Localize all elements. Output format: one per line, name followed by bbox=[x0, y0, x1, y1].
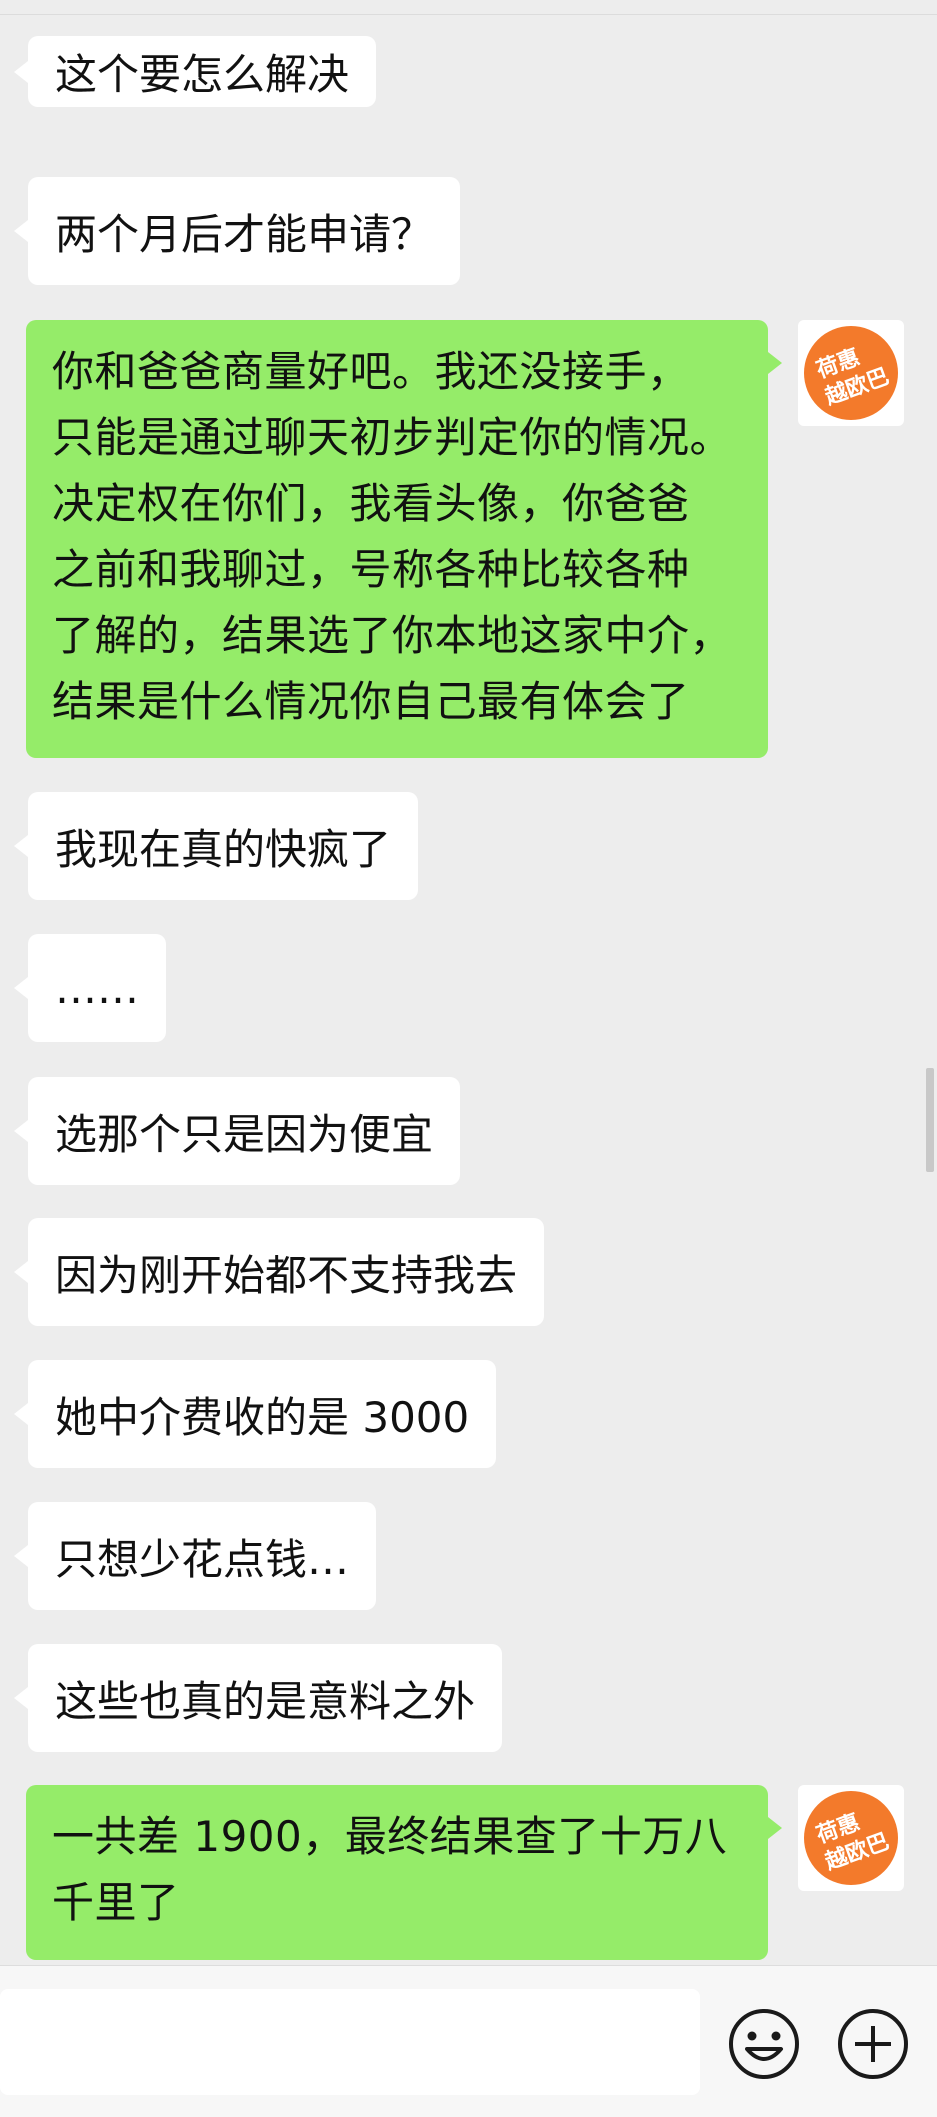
message-bubble[interactable]: 两个月后才能申请？ bbox=[13, 177, 461, 285]
message-text: 这些也真的是意料之外 bbox=[55, 1676, 476, 1726]
message-text-line: 只能是通过聊天初步判定你的情况。 bbox=[52, 413, 733, 462]
message-text: 因为刚开始都不支持我去 bbox=[55, 1250, 518, 1300]
avatar[interactable]: 荷惠 越欧巴 bbox=[798, 320, 904, 426]
message-text-line: 千里了 bbox=[52, 1878, 180, 1927]
message-text: 我现在真的快疯了 bbox=[55, 824, 392, 874]
message-bubble[interactable]: 她中介费收的是 3000 bbox=[13, 1360, 497, 1468]
message-bubble[interactable]: 你和爸爸商量好吧。我还没接手， 只能是通过聊天初步判定你的情况。 决定权在你们，… bbox=[26, 320, 782, 758]
scrollbar-thumb[interactable] bbox=[926, 1068, 934, 1172]
message-text: …… bbox=[55, 963, 139, 1013]
message-text: 选那个只是因为便宜 bbox=[55, 1109, 434, 1159]
message-bubble[interactable]: 选那个只是因为便宜 bbox=[13, 1077, 461, 1185]
message-bubble[interactable]: 我现在真的快疯了 bbox=[13, 792, 419, 900]
message-text-line: 之前和我聊过，号称各种比较各种 bbox=[52, 545, 690, 594]
message-bubble[interactable]: 一共差 1900，最终结果查了十万八 千里了 bbox=[26, 1785, 782, 1960]
emoji-button[interactable] bbox=[727, 2007, 801, 2081]
avatar[interactable]: 荷惠 越欧巴 bbox=[798, 1785, 904, 1891]
message-text: 她中介费收的是 3000 bbox=[55, 1392, 470, 1442]
plus-circle-icon bbox=[838, 2009, 908, 2079]
avatar-logo-icon: 荷惠 越欧巴 bbox=[804, 326, 898, 420]
message-bubble[interactable]: 因为刚开始都不支持我去 bbox=[13, 1218, 545, 1326]
message-bubble[interactable]: 这个要怎么解决 bbox=[13, 36, 377, 107]
message-text-line: 了解的，结果选了你本地这家中介， bbox=[52, 611, 733, 660]
message-bubble[interactable]: 这些也真的是意料之外 bbox=[13, 1644, 503, 1752]
message-text: 只想少花点钱… bbox=[55, 1534, 350, 1584]
message-text: 两个月后才能申请？ bbox=[55, 209, 434, 259]
message-text-line: 一共差 1900，最终结果查了十万八 bbox=[52, 1812, 728, 1861]
message-bubble[interactable]: …… bbox=[14, 934, 166, 1042]
message-text-line: 结果是什么情况你自己最有体会了 bbox=[52, 677, 690, 726]
input-bar bbox=[0, 1965, 937, 2117]
message-bubble[interactable]: 只想少花点钱… bbox=[13, 1502, 377, 1610]
more-button[interactable] bbox=[836, 2007, 910, 2081]
avatar-logo-icon: 荷惠 越欧巴 bbox=[804, 1791, 898, 1885]
top-divider bbox=[0, 14, 937, 15]
message-text: 这个要怎么解决 bbox=[55, 50, 350, 99]
emoji-smile-icon bbox=[729, 2009, 799, 2079]
message-input[interactable] bbox=[0, 1989, 700, 2095]
message-text-line: 决定权在你们，我看头像，你爸爸 bbox=[52, 479, 690, 528]
message-text-line: 你和爸爸商量好吧。我还没接手， bbox=[52, 347, 690, 396]
